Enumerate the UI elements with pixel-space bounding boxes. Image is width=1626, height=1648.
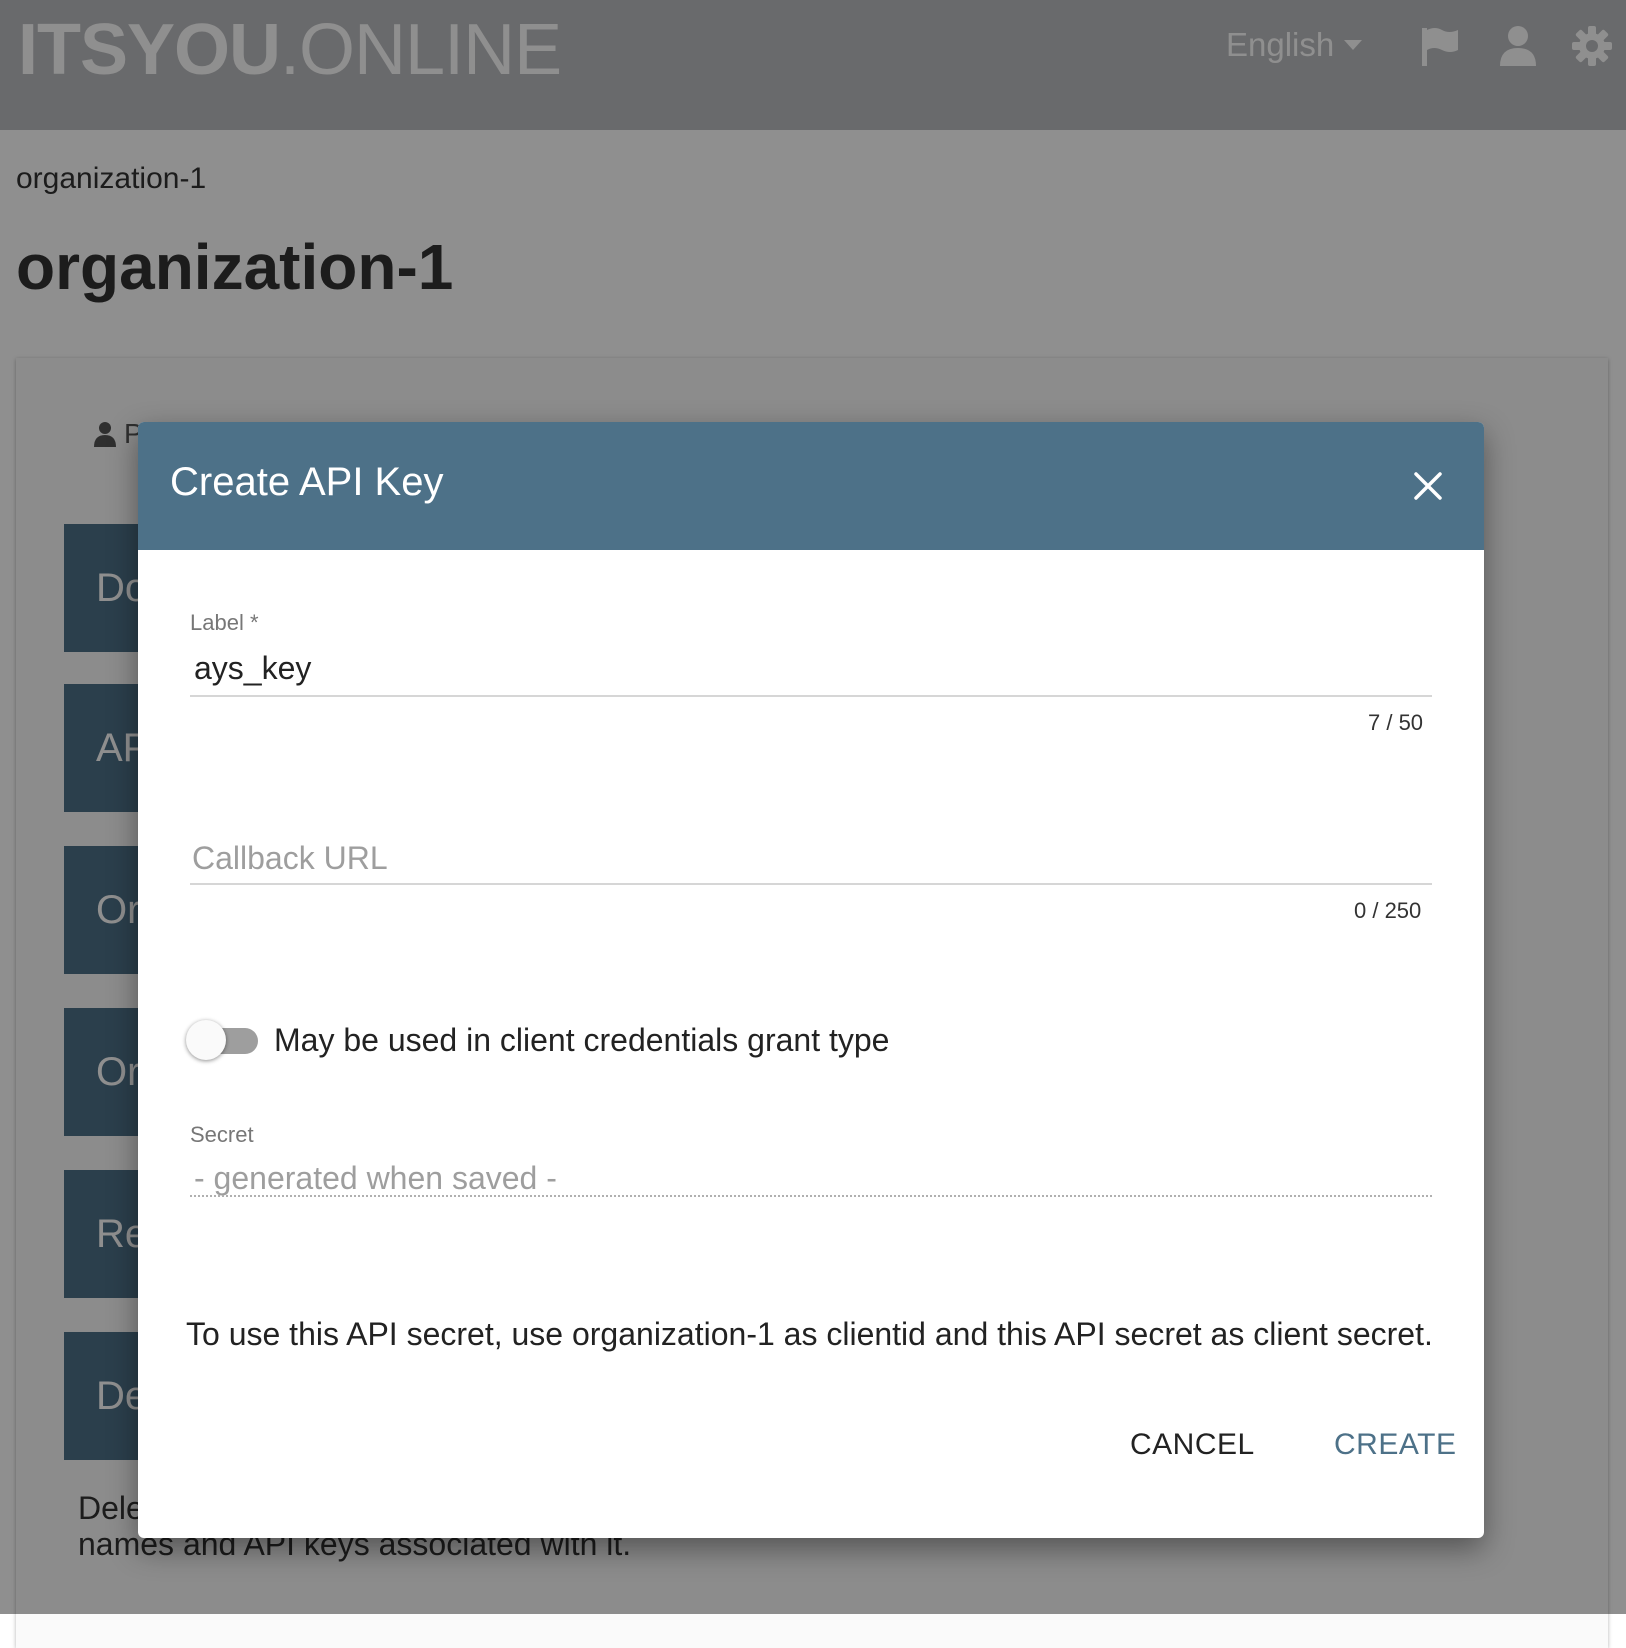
callback-url-underline — [190, 883, 1432, 885]
close-icon[interactable] — [1408, 466, 1448, 506]
secret-field-label: Secret — [190, 1122, 254, 1147]
callback-url-input[interactable]: Callback URL — [192, 840, 388, 877]
create-api-key-dialog: Create API Key Label * ays_key 7 / 50 Ca… — [138, 422, 1484, 1538]
dialog-header: Create API Key — [138, 422, 1484, 550]
toggle-thumb — [186, 1020, 226, 1060]
api-secret-info: To use this API secret, use organization… — [186, 1316, 1433, 1352]
dialog-title: Create API Key — [170, 460, 444, 504]
secret-underline — [190, 1195, 1432, 1197]
cancel-button[interactable]: CANCEL — [1120, 1422, 1265, 1468]
create-button[interactable]: CREATE — [1324, 1422, 1466, 1468]
label-char-counter: 7 / 50 — [1368, 710, 1424, 735]
label-field-label: Label * — [190, 610, 259, 635]
callback-url-char-counter: 0 / 250 — [1354, 898, 1422, 923]
client-credentials-label[interactable]: May be used in client credentials grant … — [274, 1022, 889, 1059]
secret-value: - generated when saved - — [194, 1160, 557, 1196]
client-credentials-toggle[interactable] — [186, 1018, 260, 1062]
label-input-underline — [190, 695, 1432, 697]
label-input[interactable]: ays_key — [194, 650, 311, 687]
